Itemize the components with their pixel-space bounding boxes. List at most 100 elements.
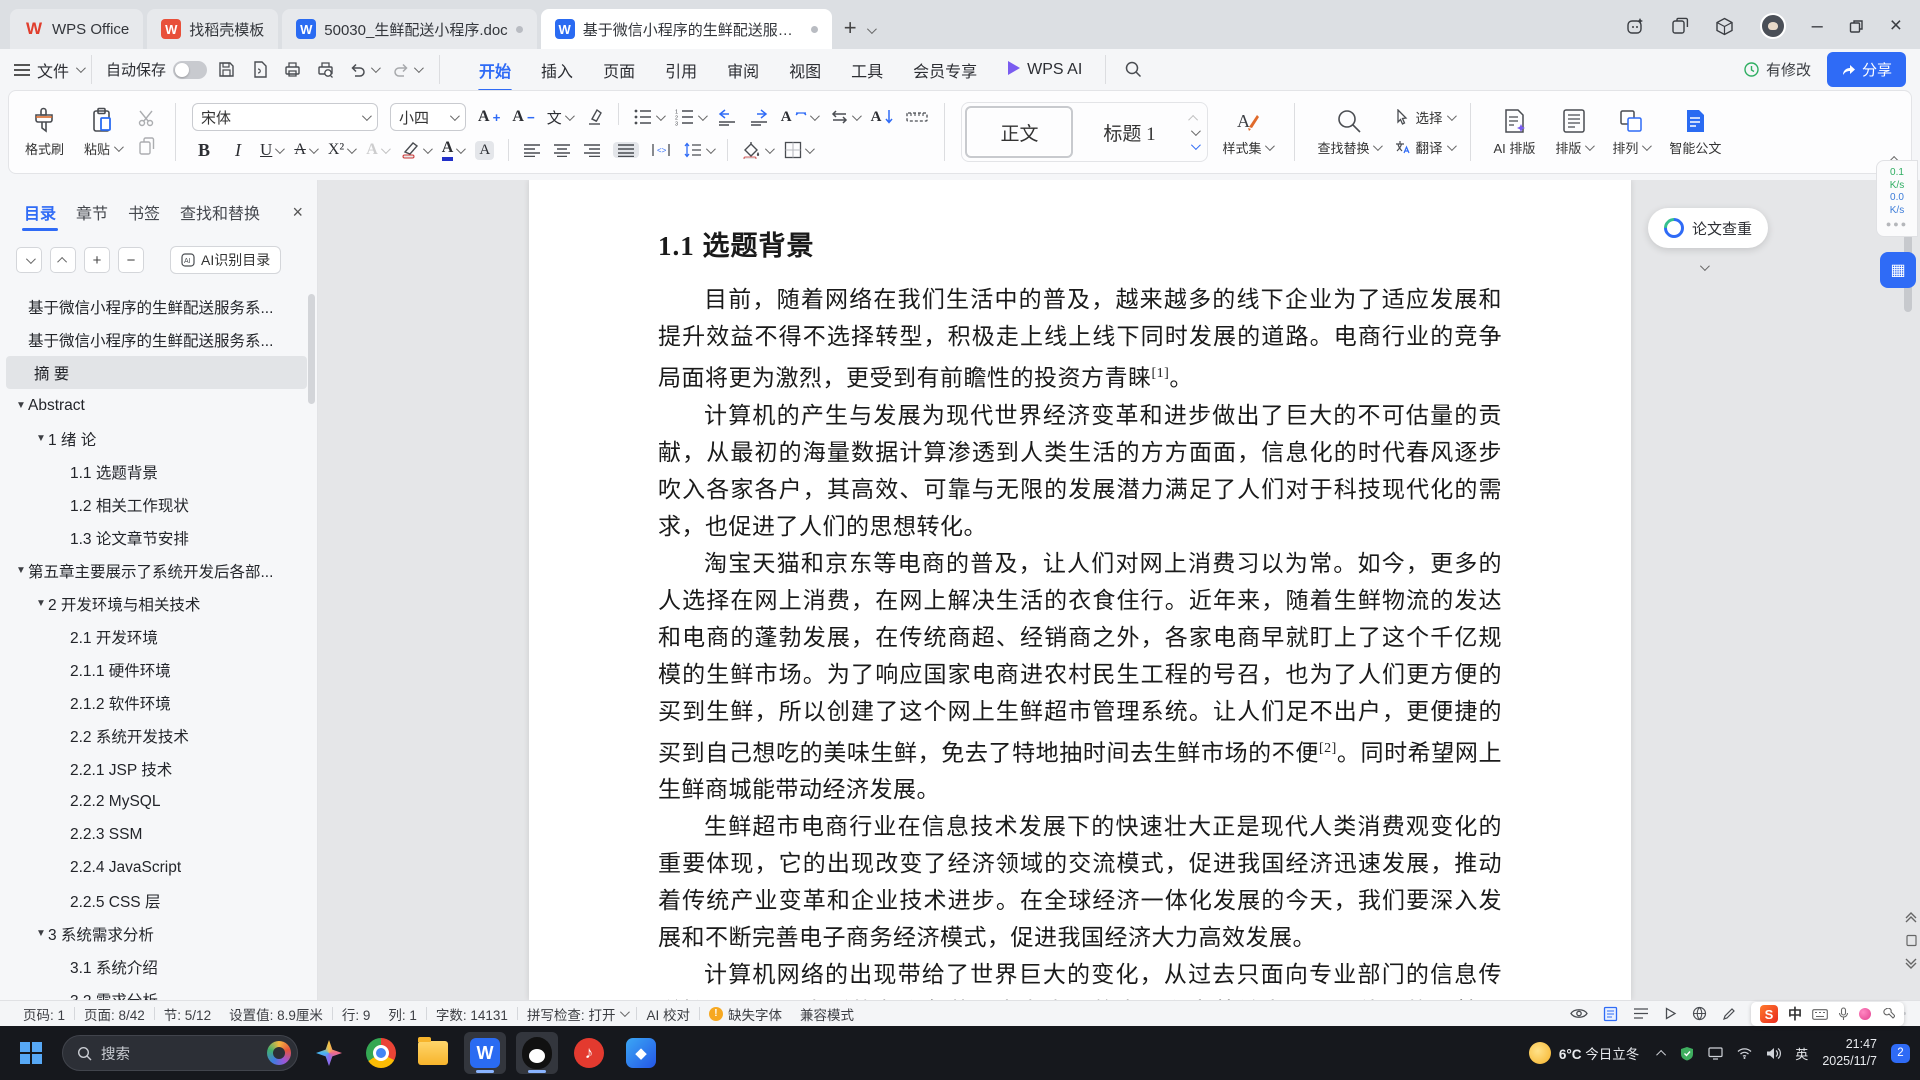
align-center-button[interactable] <box>553 143 571 157</box>
expand-arrow-icon[interactable]: ▼ <box>34 928 48 939</box>
outline-item[interactable]: 基于微信小程序的生鲜配送服务系... <box>0 323 313 356</box>
redo-button[interactable] <box>392 61 424 79</box>
taskbar-qq-icon[interactable] <box>516 1032 558 1074</box>
outline-item[interactable]: 2.2.4 JavaScript <box>0 851 313 884</box>
outline-item[interactable]: 1.1 选题背景 <box>0 455 313 488</box>
taskbar-music-icon[interactable]: ♪ <box>568 1032 610 1074</box>
taskbar-explorer-icon[interactable] <box>412 1032 454 1074</box>
ruler-button[interactable] <box>906 110 929 124</box>
search-icon[interactable] <box>1124 60 1143 79</box>
zoom-in-outline-button[interactable]: + <box>84 247 110 273</box>
tray-ime-lang[interactable]: 英 <box>1795 1044 1808 1063</box>
menu-tab-引用[interactable]: 引用 <box>650 50 712 90</box>
outline-item[interactable]: 3.2 需求分析 <box>0 983 313 1001</box>
taskbar-app-icon[interactable]: ◆ <box>620 1032 662 1074</box>
bullet-list-button[interactable] <box>633 108 666 126</box>
export-pdf-icon[interactable] <box>250 60 269 79</box>
previous-page-button[interactable] <box>1904 910 1918 924</box>
highlight-button[interactable] <box>400 141 433 159</box>
status-行[interactable]: 行: 9 <box>333 1004 380 1024</box>
expand-arrow-icon[interactable]: ▼ <box>14 565 28 576</box>
menu-tab-视图[interactable]: 视图 <box>774 50 836 90</box>
text-sort-button[interactable]: A <box>871 109 895 126</box>
outline-item[interactable]: 2.2 系统开发技术 <box>0 719 313 752</box>
menu-tab-插入[interactable]: 插入 <box>526 50 588 90</box>
sidebar-tab-书签[interactable]: 书签 <box>120 194 168 230</box>
status-拼写检查[interactable]: 拼写检查: 打开 <box>518 1004 637 1024</box>
smart-doc-button[interactable]: 智能公文 <box>1663 105 1727 159</box>
taskbar-search[interactable]: 搜索 <box>62 1035 298 1071</box>
start-button[interactable] <box>10 1032 52 1074</box>
tray-display-icon[interactable] <box>1708 1046 1723 1060</box>
modified-status[interactable]: 有修改 <box>1743 59 1811 80</box>
cut-icon[interactable] <box>137 108 157 128</box>
style-scroll-up[interactable] <box>1188 114 1199 125</box>
vertical-scrollbar[interactable] <box>1900 186 1916 994</box>
ai-outline-button[interactable]: AI AI识别目录 <box>170 246 282 274</box>
distribute-button[interactable]: <> <box>651 143 671 157</box>
new-tab-button[interactable]: + <box>832 15 867 49</box>
menu-tab-工具[interactable]: 工具 <box>836 50 898 90</box>
outline-item[interactable]: ▼ 1 绪 论 <box>0 422 313 455</box>
minimize-button[interactable]: – <box>1812 15 1823 38</box>
share-button[interactable]: 分享 <box>1826 52 1906 87</box>
zoom-out-outline-button[interactable]: − <box>118 247 144 273</box>
ime-mic-icon[interactable] <box>1838 1007 1849 1021</box>
ime-toolbox-icon[interactable] <box>1881 1007 1895 1021</box>
increase-indent-button[interactable] <box>749 108 769 126</box>
style-set-button[interactable]: A 样式集 <box>1216 105 1278 159</box>
search-highlight-icon[interactable] <box>267 1041 291 1065</box>
align-left-button[interactable] <box>523 143 541 157</box>
notification-badge[interactable]: 2 <box>1891 1043 1910 1063</box>
status-页码[interactable]: 页码: 1 <box>14 1004 74 1024</box>
page-select-button[interactable] <box>1905 934 1918 947</box>
outline-item[interactable]: 2.1.2 软件环境 <box>0 686 313 719</box>
file-menu[interactable]: 文件 <box>14 58 86 82</box>
outline-item[interactable]: 2.2.3 SSM <box>0 818 313 851</box>
chinese-convert-button[interactable] <box>829 109 862 125</box>
windows-stack-icon[interactable] <box>1671 17 1689 35</box>
expand-arrow-icon[interactable]: ▼ <box>34 598 48 609</box>
outline-item[interactable]: 1.3 论文章节安排 <box>0 521 313 554</box>
format-painter-button[interactable]: 格式刷 <box>19 104 70 160</box>
arrange-button[interactable]: 排列 <box>1606 105 1655 159</box>
expand-arrow-icon[interactable]: ▼ <box>34 433 48 444</box>
web-view-icon[interactable] <box>1692 1006 1707 1021</box>
ime-keyboard-icon[interactable] <box>1812 1008 1828 1020</box>
ime-skin-icon[interactable] <box>1859 1008 1871 1020</box>
taskbar-weather[interactable]: 6°C 今日立冬 <box>1528 1042 1645 1064</box>
taskbar-wps-icon[interactable]: W <box>464 1032 506 1074</box>
shading-color-button[interactable] <box>742 141 776 159</box>
outline-scrollbar[interactable] <box>308 294 315 404</box>
taskbar-copilot-icon[interactable] <box>308 1032 350 1074</box>
line-spacing-button[interactable] <box>683 142 717 158</box>
status-缺失字体[interactable]: ! 缺失字体 <box>700 1004 791 1024</box>
bold-button[interactable]: B <box>192 140 216 161</box>
ime-lang-mode[interactable]: 中 <box>1788 1004 1802 1024</box>
next-page-button[interactable] <box>1904 957 1918 971</box>
expand-all-button[interactable] <box>50 247 76 273</box>
outline-item[interactable]: 基于微信小程序的生鲜配送服务系... <box>0 290 313 323</box>
sidebar-tab-目录[interactable]: 目录 <box>16 194 64 231</box>
tray-expand-icon[interactable] <box>1656 1049 1667 1060</box>
decrease-font-button[interactable]: A − <box>512 108 534 126</box>
ai-layout-button[interactable]: AI 排版 <box>1487 105 1541 159</box>
status-列[interactable]: 列: 1 <box>379 1004 426 1024</box>
save-icon[interactable] <box>217 60 236 79</box>
menu-tab-审阅[interactable]: 审阅 <box>712 50 774 90</box>
autosave-toggle[interactable] <box>173 60 208 79</box>
justify-button[interactable] <box>613 142 640 158</box>
taskbar-clock[interactable]: 21:47 2025/11/7 <box>1822 1036 1877 1070</box>
sogou-logo-icon[interactable]: S <box>1760 1005 1778 1023</box>
align-right-button[interactable] <box>583 143 601 157</box>
pinyin-guide-button[interactable]: 文 <box>547 107 575 128</box>
outline-item[interactable]: 2.2.5 CSS 层 <box>0 884 313 917</box>
reading-mode-icon[interactable] <box>1570 1007 1588 1020</box>
user-avatar[interactable] <box>1759 13 1786 39</box>
superscript-button[interactable]: X² <box>328 141 358 159</box>
taskbar-chrome-icon[interactable] <box>360 1032 402 1074</box>
underline-button[interactable]: U <box>260 140 286 160</box>
side-dock-app-icon[interactable]: ▦ <box>1880 252 1916 288</box>
translate-button[interactable]: 翻译 <box>1394 137 1458 157</box>
tray-network-icon[interactable] <box>1737 1047 1752 1059</box>
